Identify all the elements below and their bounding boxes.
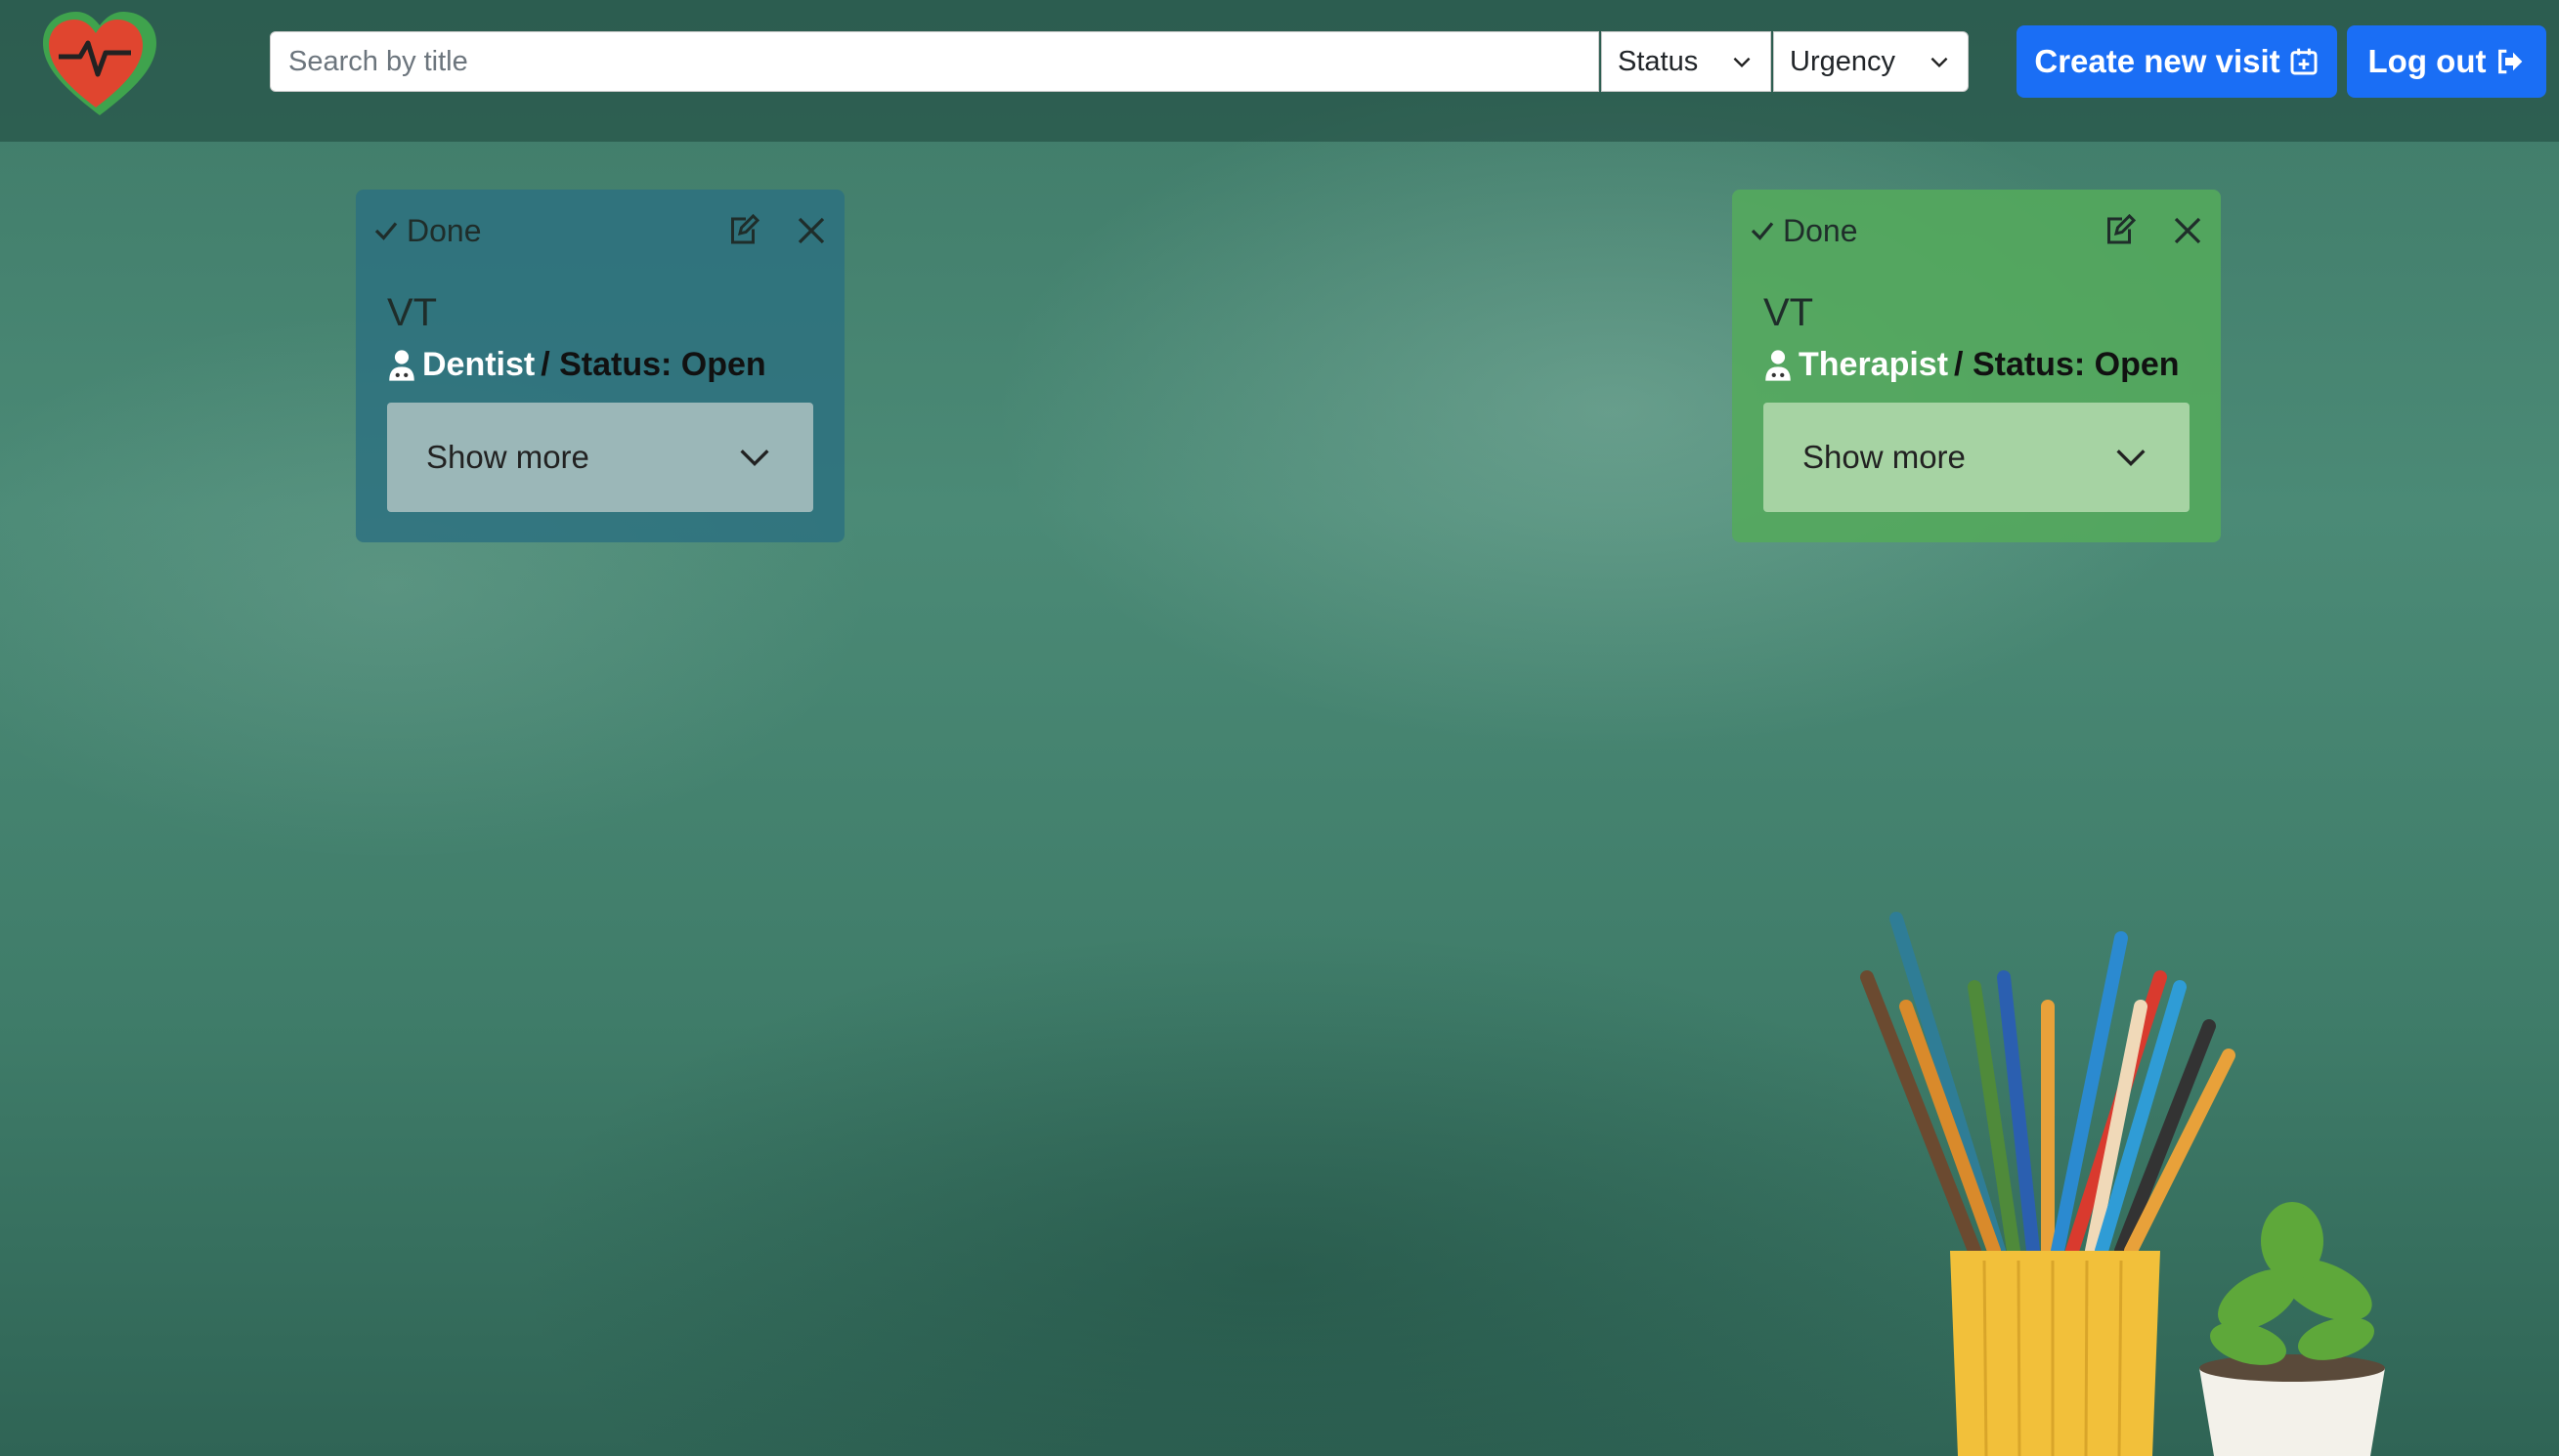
logout-label: Log out (2367, 43, 2487, 79)
doctor-icon (389, 349, 414, 381)
done-label: Done (407, 212, 482, 248)
close-icon[interactable] (2170, 213, 2205, 248)
visit-card: Done VT Therapist / Status: Open Show mo… (1732, 190, 2221, 542)
done-label: Done (1783, 212, 1858, 248)
card-header: Done (371, 209, 829, 252)
create-visit-label: Create new visit (2034, 43, 2280, 79)
edit-icon[interactable] (2102, 213, 2137, 248)
pencil-cup-decoration (1860, 912, 2385, 1456)
show-more-label: Show more (1802, 439, 1966, 475)
chevron-down-icon (740, 450, 769, 467)
edit-icon[interactable] (725, 213, 760, 248)
heart-pulse-icon[interactable] (37, 6, 162, 123)
show-more-button[interactable]: Show more (1763, 403, 2190, 512)
visit-status: / Status: Open (1954, 346, 2180, 383)
done-toggle[interactable]: Done (371, 213, 482, 249)
calendar-plus-icon (2290, 48, 2318, 75)
card-header: Done (1748, 209, 2205, 252)
chevron-down-icon (1930, 57, 1948, 68)
check-icon (1751, 222, 1774, 240)
urgency-filter-select[interactable]: Urgency (1773, 31, 1969, 92)
visit-status: / Status: Open (541, 346, 766, 383)
doctor-specialty: Therapist (1799, 346, 1949, 383)
close-icon[interactable] (794, 213, 829, 248)
sign-out-icon (2498, 49, 2523, 74)
search-input[interactable] (270, 31, 1599, 92)
urgency-filter-label: Urgency (1790, 45, 1895, 77)
card-title: VT (387, 291, 438, 334)
show-more-button[interactable]: Show more (387, 403, 813, 512)
show-more-label: Show more (426, 439, 589, 475)
doctor-specialty: Dentist (422, 346, 536, 383)
chevron-down-icon (2116, 450, 2146, 467)
card-doctor-line: Dentist / Status: Open (387, 346, 766, 384)
doctor-icon (1765, 349, 1791, 381)
card-doctor-line: Therapist / Status: Open (1763, 346, 2180, 384)
logout-button[interactable]: Log out (2347, 25, 2546, 98)
visit-card: Done VT Dentist / Status: Open Show more (356, 190, 845, 542)
check-icon (374, 222, 398, 240)
chevron-down-icon (1733, 57, 1751, 68)
top-navbar: Status Urgency Create new visit Log out (0, 0, 2559, 142)
status-filter-select[interactable]: Status (1601, 31, 1771, 92)
card-title: VT (1763, 291, 1814, 334)
create-visit-button[interactable]: Create new visit (2017, 25, 2337, 98)
status-filter-label: Status (1618, 45, 1699, 77)
done-toggle[interactable]: Done (1748, 213, 1858, 249)
